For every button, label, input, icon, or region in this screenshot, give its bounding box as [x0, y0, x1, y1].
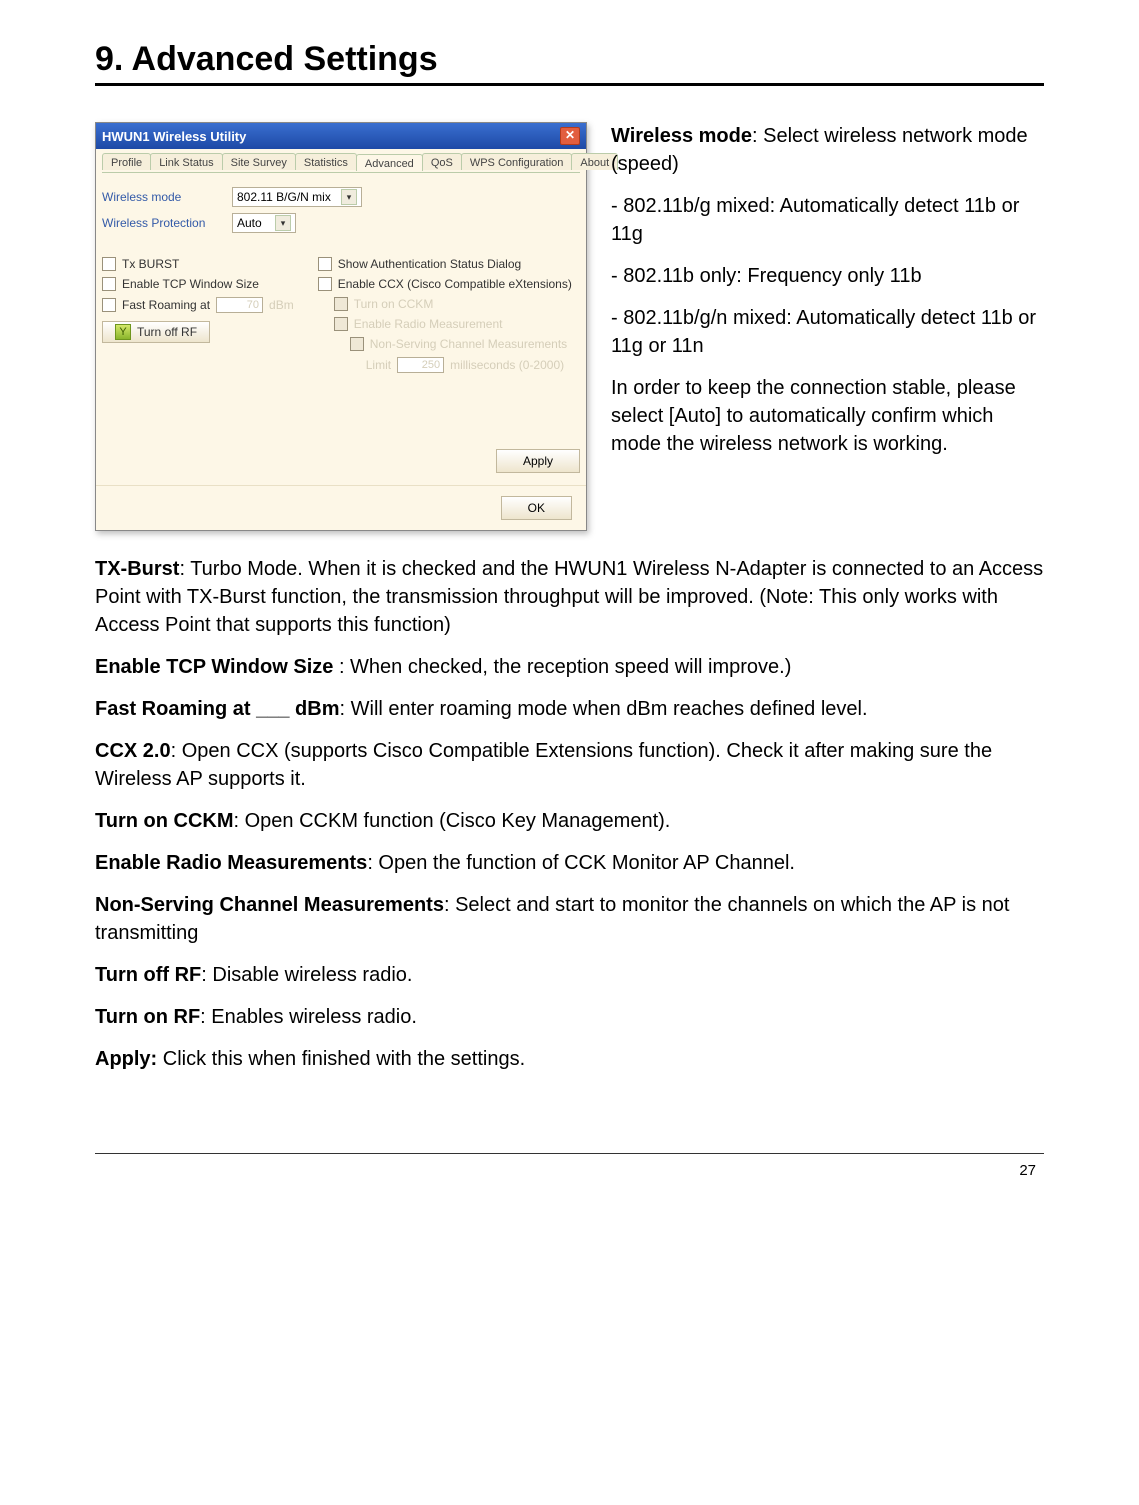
chevron-down-icon[interactable]: ▾ — [341, 189, 357, 205]
window-titlebar: HWUN1 Wireless Utility ✕ — [96, 123, 586, 149]
nonserv-checkbox[interactable] — [350, 337, 364, 351]
body-p4: CCX 2.0: Open CCX (supports Cisco Compat… — [95, 737, 1044, 793]
wireless-mode-select[interactable]: 802.11 B/G/N mix ▾ — [232, 187, 362, 207]
ccx-checkbox[interactable] — [318, 277, 332, 291]
body-p2: Enable TCP Window Size : When checked, t… — [95, 653, 1044, 681]
page-number: 27 — [95, 1162, 1044, 1179]
tab-statistics[interactable]: Statistics — [295, 153, 357, 170]
body-p8: Turn off RF: Disable wireless radio. — [95, 961, 1044, 989]
heading-rule — [95, 83, 1044, 86]
body-p1: TX-Burst: Turbo Mode. When it is checked… — [95, 555, 1044, 639]
wireless-protection-label: Wireless Protection — [102, 216, 232, 230]
side-p4: - 802.11b/g/n mixed: Automatically detec… — [611, 304, 1044, 360]
wireless-utility-window: HWUN1 Wireless Utility ✕ Profile Link St… — [95, 122, 587, 531]
window-title: HWUN1 Wireless Utility — [102, 129, 246, 144]
fastroam-checkbox[interactable] — [102, 298, 116, 312]
side-p5: In order to keep the connection stable, … — [611, 374, 1044, 458]
txburst-label: Tx BURST — [122, 257, 179, 271]
body-p3: Fast Roaming at ___ dBm: Will enter roam… — [95, 695, 1044, 723]
radio-icon: Y — [115, 324, 131, 340]
radiomeas-checkbox[interactable] — [334, 317, 348, 331]
body-p5: Turn on CCKM: Open CCKM function (Cisco … — [95, 807, 1044, 835]
cckm-checkbox[interactable] — [334, 297, 348, 311]
authdlg-label: Show Authentication Status Dialog — [338, 257, 521, 271]
tab-strip: Profile Link Status Site Survey Statisti… — [102, 153, 580, 170]
side-p2: - 802.11b/g mixed: Automatically detect … — [611, 192, 1044, 248]
turn-rf-button[interactable]: Y Turn off RF — [102, 321, 210, 343]
ok-button[interactable]: OK — [501, 496, 572, 520]
apply-button[interactable]: Apply — [496, 449, 580, 473]
cckm-label: Turn on CCKM — [354, 297, 434, 311]
close-icon[interactable]: ✕ — [560, 127, 580, 145]
nonserv-label: Non-Serving Channel Measurements — [370, 337, 567, 351]
fastroam-unit: dBm — [269, 298, 294, 312]
tab-link-status[interactable]: Link Status — [150, 153, 222, 170]
limit-post: milliseconds (0-2000) — [450, 358, 564, 372]
wireless-protection-value: Auto — [237, 216, 262, 230]
tab-qos[interactable]: QoS — [422, 153, 462, 170]
chevron-down-icon[interactable]: ▾ — [275, 215, 291, 231]
tab-site-survey[interactable]: Site Survey — [222, 153, 296, 170]
wireless-mode-label: Wireless mode — [102, 190, 232, 204]
chapter-heading: 9. Advanced Settings — [95, 40, 1044, 79]
wireless-mode-value: 802.11 B/G/N mix — [237, 190, 331, 204]
tcpwin-label: Enable TCP Window Size — [122, 277, 259, 291]
body-p6: Enable Radio Measurements: Open the func… — [95, 849, 1044, 877]
body-p9: Turn on RF: Enables wireless radio. — [95, 1003, 1044, 1031]
authdlg-checkbox[interactable] — [318, 257, 332, 271]
side-p1: Wireless mode: Select wireless network m… — [611, 122, 1044, 178]
limit-pre: Limit — [366, 358, 391, 372]
radiomeas-label: Enable Radio Measurement — [354, 317, 503, 331]
body-p7: Non-Serving Channel Measurements: Select… — [95, 891, 1044, 947]
tab-profile[interactable]: Profile — [102, 153, 151, 170]
wireless-protection-select[interactable]: Auto ▾ — [232, 213, 296, 233]
ccx-label: Enable CCX (Cisco Compatible eXtensions) — [338, 277, 572, 291]
limit-input[interactable]: 250 — [397, 357, 444, 373]
turn-rf-label: Turn off RF — [137, 325, 197, 339]
tcpwin-checkbox[interactable] — [102, 277, 116, 291]
tab-advanced[interactable]: Advanced — [356, 154, 423, 171]
fastroam-input[interactable]: 70 — [216, 297, 263, 313]
side-p3: - 802.11b only: Frequency only 11b — [611, 262, 1044, 290]
footer-rule — [95, 1153, 1044, 1154]
txburst-checkbox[interactable] — [102, 257, 116, 271]
tab-wps[interactable]: WPS Configuration — [461, 153, 573, 170]
fastroam-label: Fast Roaming at — [122, 298, 210, 312]
body-p10: Apply: Click this when finished with the… — [95, 1045, 1044, 1073]
